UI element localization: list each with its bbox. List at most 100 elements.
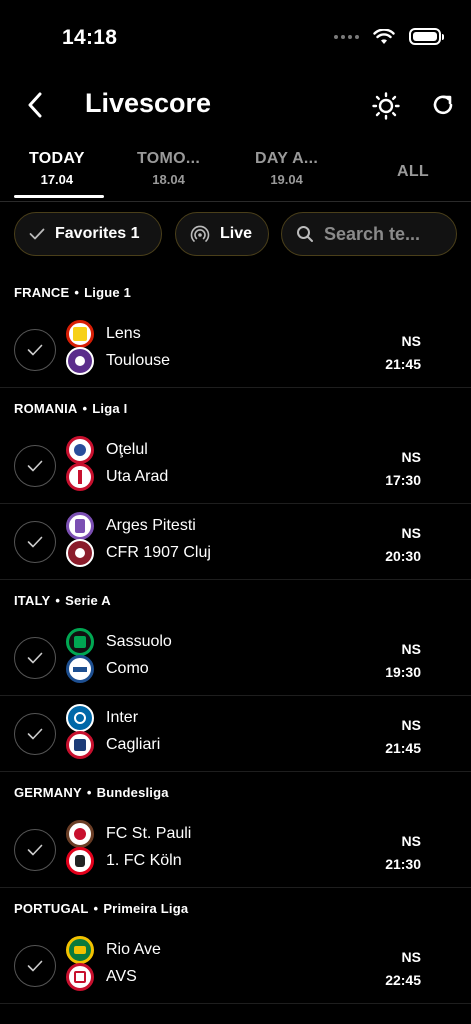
status-icons bbox=[334, 28, 444, 45]
refresh-button[interactable] bbox=[428, 90, 458, 120]
match-status: NS bbox=[401, 641, 421, 657]
tab-tomorrow[interactable]: TOMO... 18.04 bbox=[137, 150, 200, 187]
signal-icon bbox=[334, 34, 359, 39]
tab-today[interactable]: TODAY 17.04 bbox=[29, 150, 85, 187]
team-name: Arges Pitesti bbox=[106, 517, 196, 534]
home-team: Inter bbox=[66, 704, 138, 732]
check-icon bbox=[27, 844, 43, 856]
otelul-crest-icon bbox=[66, 436, 94, 464]
match-row[interactable]: Arges Pitesti CFR 1907 Cluj NS 20:30 bbox=[0, 504, 471, 580]
theme-toggle-button[interactable] bbox=[370, 90, 402, 122]
tab-date: 19.04 bbox=[270, 172, 303, 187]
tab-label: TOMO... bbox=[137, 150, 201, 167]
favorite-toggle-button[interactable] bbox=[14, 945, 56, 987]
league-country: FRANCE bbox=[14, 284, 70, 300]
favorite-toggle-button[interactable] bbox=[14, 637, 56, 679]
check-icon bbox=[29, 228, 45, 240]
away-team: Toulouse bbox=[66, 347, 170, 375]
home-team: Lens bbox=[66, 320, 141, 348]
favorite-toggle-button[interactable] bbox=[14, 829, 56, 871]
broadcast-icon bbox=[190, 225, 210, 242]
match-status: NS bbox=[401, 333, 421, 349]
league-country: ITALY bbox=[14, 592, 51, 608]
match-row[interactable]: Inter Cagliari NS 21:45 bbox=[0, 696, 471, 772]
check-icon bbox=[27, 460, 43, 472]
check-icon bbox=[27, 536, 43, 548]
away-team: Cagliari bbox=[66, 731, 160, 759]
home-team: Oţelul bbox=[66, 436, 148, 464]
away-team: AVS bbox=[66, 963, 137, 991]
league-name: Primeira Liga bbox=[103, 900, 189, 916]
como-crest-icon bbox=[66, 655, 94, 683]
sassuolo-crest-icon bbox=[66, 628, 94, 656]
tab-day-after[interactable]: DAY A... 19.04 bbox=[255, 150, 318, 187]
cagliari-crest-icon bbox=[66, 731, 94, 759]
match-time: 21:45 bbox=[385, 356, 421, 372]
team-name: 1. FC Köln bbox=[106, 852, 182, 869]
team-name: Rio Ave bbox=[106, 941, 161, 958]
status-time: 14:18 bbox=[62, 26, 118, 49]
home-team: Sassuolo bbox=[66, 628, 172, 656]
team-name: Cagliari bbox=[106, 736, 161, 753]
team-name: AVS bbox=[106, 968, 137, 985]
team-name: CFR 1907 Cluj bbox=[106, 544, 211, 561]
league-header: ROMANIA • Liga I bbox=[14, 400, 128, 416]
match-time: 20:30 bbox=[385, 548, 421, 564]
app-header: Livescore bbox=[0, 80, 471, 132]
league-name: Serie A bbox=[65, 592, 111, 608]
live-filter-chip[interactable]: Live bbox=[175, 212, 269, 256]
sun-icon bbox=[372, 92, 400, 120]
check-icon bbox=[27, 960, 43, 972]
favorite-toggle-button[interactable] bbox=[14, 445, 56, 487]
tab-label: TODAY bbox=[29, 150, 85, 167]
match-status: NS bbox=[401, 525, 421, 541]
match-row[interactable]: Sassuolo Como NS 19:30 bbox=[0, 620, 471, 696]
search-icon bbox=[297, 226, 313, 242]
tab-date: 18.04 bbox=[152, 172, 185, 187]
cfr-cluj-crest-icon bbox=[66, 539, 94, 567]
favorite-toggle-button[interactable] bbox=[14, 521, 56, 563]
favorites-filter-chip[interactable]: Favorites 1 bbox=[14, 212, 162, 256]
league-name: Bundesliga bbox=[96, 784, 169, 800]
filter-bar: Favorites 1 Live Search te... bbox=[0, 212, 471, 258]
away-team: Como bbox=[66, 655, 149, 683]
match-time: 21:30 bbox=[385, 856, 421, 872]
team-name: FC St. Pauli bbox=[106, 825, 192, 842]
tab-label: ALL bbox=[397, 163, 430, 180]
league-header: FRANCE • Ligue 1 bbox=[14, 284, 132, 300]
team-name: Oţelul bbox=[106, 441, 148, 458]
match-row[interactable]: Oţelul Uta Arad NS 17:30 bbox=[0, 428, 471, 504]
page-title: Livescore bbox=[85, 88, 212, 118]
home-team: Arges Pitesti bbox=[66, 512, 196, 540]
match-row[interactable]: Lens Toulouse NS 21:45 bbox=[0, 312, 471, 388]
match-time: 21:45 bbox=[385, 740, 421, 756]
favorite-toggle-button[interactable] bbox=[14, 329, 56, 371]
match-status: NS bbox=[401, 449, 421, 465]
check-icon bbox=[27, 652, 43, 664]
match-row[interactable]: Rio Ave AVS NS 22:45 bbox=[0, 928, 471, 1004]
league-header: GERMANY • Bundesliga bbox=[14, 784, 169, 800]
league-country: PORTUGAL bbox=[14, 900, 89, 916]
tabs-divider bbox=[0, 201, 471, 202]
status-bar: 14:18 bbox=[0, 0, 471, 72]
away-team: 1. FC Köln bbox=[66, 847, 182, 875]
league-header: PORTUGAL • Primeira Liga bbox=[14, 900, 189, 916]
league-country: ROMANIA bbox=[14, 400, 78, 416]
match-row[interactable]: FC St. Pauli 1. FC Köln NS 21:30 bbox=[0, 812, 471, 888]
check-icon bbox=[27, 728, 43, 740]
inter-crest-icon bbox=[66, 704, 94, 732]
league-country: GERMANY bbox=[14, 784, 82, 800]
away-team: Uta Arad bbox=[66, 463, 168, 491]
match-list: FRANCE • Ligue 1 Lens Toulouse NS 21:45 RO… bbox=[0, 272, 471, 1004]
team-name: Toulouse bbox=[106, 352, 171, 369]
lens-crest-icon bbox=[66, 320, 94, 348]
away-team: CFR 1907 Cluj bbox=[66, 539, 211, 567]
favorite-toggle-button[interactable] bbox=[14, 713, 56, 755]
match-status: NS bbox=[401, 949, 421, 965]
tab-all[interactable]: ALL bbox=[397, 163, 429, 181]
search-input[interactable]: Search te... bbox=[281, 212, 457, 256]
back-button[interactable] bbox=[20, 90, 50, 120]
tab-date: 17.04 bbox=[40, 172, 74, 187]
team-name: Como bbox=[106, 660, 149, 677]
st-pauli-crest-icon bbox=[66, 820, 94, 848]
